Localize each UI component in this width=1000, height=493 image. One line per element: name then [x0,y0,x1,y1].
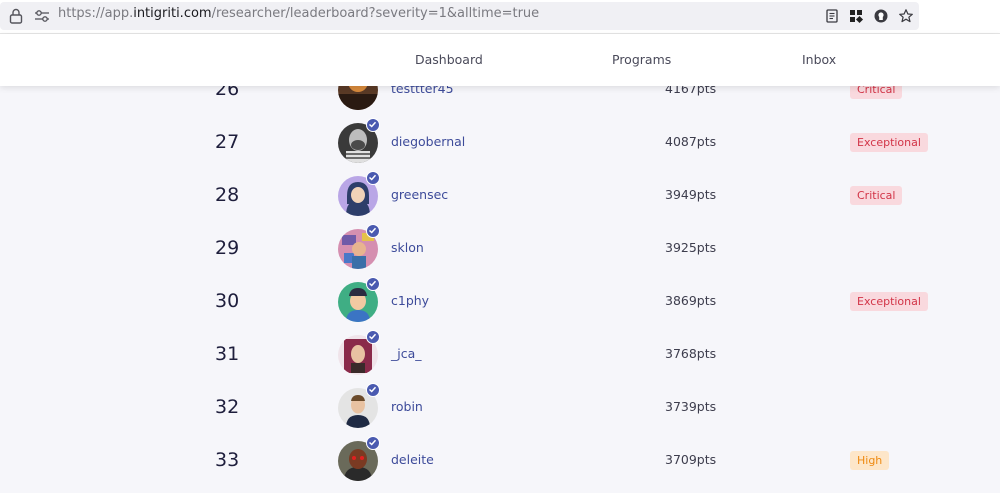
app-header: Dashboard Programs Inbox [0,34,1000,86]
severity-badge: Exceptional [850,133,928,152]
rank-number: 30 [215,290,240,312]
rank-number: 27 [215,131,240,153]
leaderboard-row[interactable]: 28 greensec 3949pts Critical [0,170,1000,223]
points-value: 3739pts [665,399,717,414]
browser-toolbar: https://app.intigriti.com/researcher/lea… [0,0,1000,34]
verified-check-icon [366,171,380,185]
leaderboard-row[interactable]: 31 _jca_ 3768pts [0,329,1000,382]
leaderboard-row[interactable]: 30 c1phy 3869pts Exceptional [0,276,1000,329]
username-link[interactable]: diegobernal [391,134,465,149]
rank-number: 29 [215,237,240,259]
reader-mode-icon[interactable] [824,8,840,24]
severity-badge: Critical [850,186,903,205]
username-link[interactable]: deleite [391,452,434,467]
verified-check-icon [366,436,380,450]
points-value: 3925pts [665,240,717,255]
verified-check-icon [366,383,380,397]
account-icon[interactable] [873,8,889,24]
extensions-icon[interactable] [848,8,864,24]
verified-check-icon [366,330,380,344]
leaderboard-list: 26 testtter45 4167pts Critical 27 diegob… [0,64,1000,493]
rank-number: 32 [215,396,240,418]
severity-badge: High [850,451,890,470]
verified-check-icon [366,224,380,238]
points-value: 3869pts [665,293,717,308]
lock-icon[interactable] [9,8,23,24]
username-link[interactable]: _jca_ [391,346,422,361]
verified-check-icon [366,277,380,291]
points-value: 3709pts [665,452,717,467]
points-value: 4087pts [665,134,717,149]
leaderboard-row[interactable]: 27 diegobernal 4087pts Exceptional [0,117,1000,170]
nav-dashboard[interactable]: Dashboard [415,52,483,67]
leaderboard-row[interactable]: 29 sklon 3925pts [0,223,1000,276]
nav-programs[interactable]: Programs [612,52,671,67]
bookmark-star-icon[interactable] [898,8,914,24]
username-link[interactable]: robin [391,399,423,414]
leaderboard-row[interactable]: 33 deleite 3709pts High [0,435,1000,488]
username-link[interactable]: greensec [391,187,448,202]
site-settings-icon[interactable] [34,9,50,23]
nav-inbox[interactable]: Inbox [802,52,836,67]
url-text[interactable]: https://app.intigriti.com/researcher/lea… [58,6,539,21]
rank-number: 33 [215,449,240,471]
severity-badge: Exceptional [850,292,928,311]
username-link[interactable]: sklon [391,240,424,255]
verified-check-icon [366,118,380,132]
username-link[interactable]: c1phy [391,293,429,308]
points-value: 3949pts [665,187,717,202]
rank-number: 28 [215,184,240,206]
leaderboard-row[interactable]: 32 robin 3739pts [0,382,1000,435]
rank-number: 31 [215,343,240,365]
points-value: 3768pts [665,346,717,361]
